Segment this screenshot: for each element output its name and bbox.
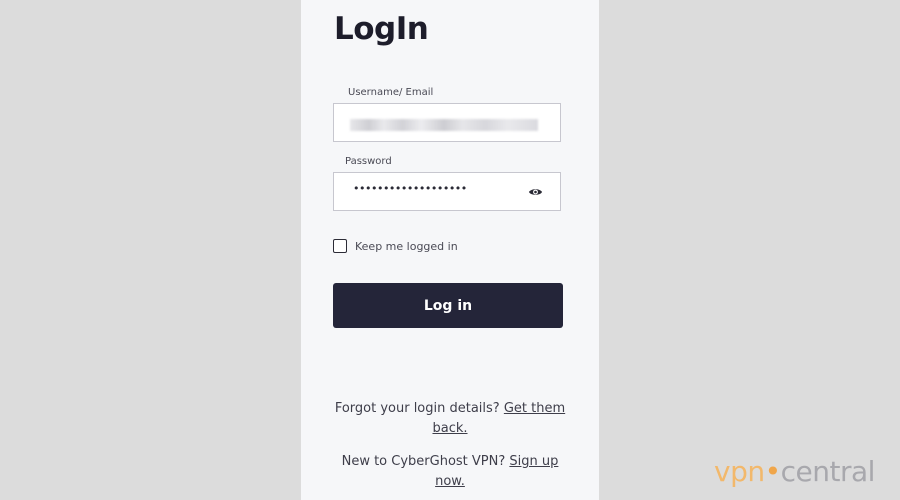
- password-input[interactable]: •••••••••••••••••••: [333, 172, 561, 211]
- login-panel: LogIn Username/ Email Password •••••••••…: [301, 0, 599, 500]
- vpncentral-watermark: vpn•central: [714, 455, 875, 488]
- watermark-separator: •: [764, 455, 782, 488]
- remember-row: Keep me logged in: [333, 239, 458, 253]
- password-label: Password: [345, 156, 392, 167]
- password-mask: •••••••••••••••••••: [353, 182, 467, 195]
- signup-text: New to CyberGhost VPN? Sign up now.: [325, 452, 575, 492]
- login-button[interactable]: Log in: [333, 283, 563, 328]
- username-label: Username/ Email: [348, 87, 434, 98]
- watermark-brand-left: vpn: [714, 455, 765, 488]
- blurred-username: [350, 119, 538, 131]
- watermark-brand-right: central: [780, 455, 876, 488]
- eye-icon[interactable]: [528, 186, 543, 198]
- page-title: LogIn: [334, 11, 429, 47]
- forgot-prompt: Forgot your login details?: [334, 401, 500, 416]
- username-input[interactable]: [333, 103, 561, 142]
- forgot-text: Forgot your login details? Get them back…: [325, 399, 575, 439]
- signup-prompt: New to CyberGhost VPN?: [341, 454, 506, 469]
- remember-label: Keep me logged in: [355, 239, 458, 253]
- remember-checkbox[interactable]: [333, 239, 347, 253]
